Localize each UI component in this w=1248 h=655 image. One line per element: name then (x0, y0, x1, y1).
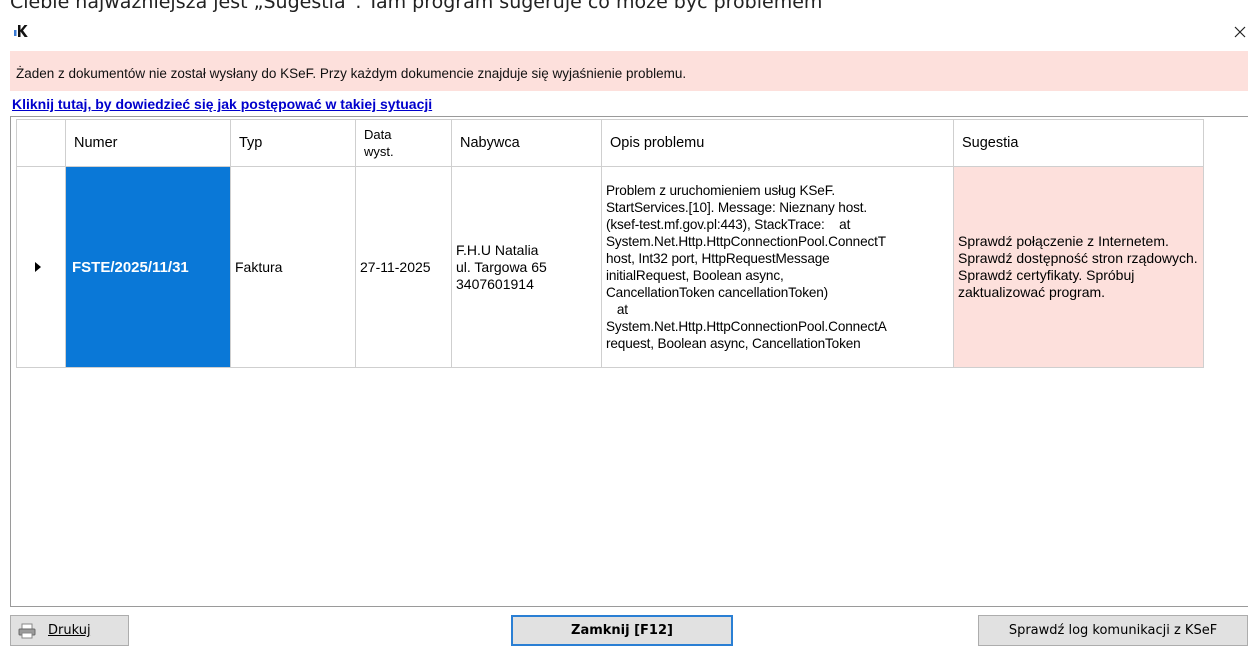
table-row[interactable]: FSTE/2025/11/31 Faktura 27-11-2025 F.H.U… (16, 166, 1204, 368)
app-logo-icon (14, 25, 28, 37)
title-bar (0, 13, 1248, 51)
header-numer[interactable]: Numer (65, 119, 231, 167)
documents-grid: Numer Typ Data wyst. Nabywca Opis proble… (10, 116, 1248, 607)
header-data[interactable]: Data wyst. (355, 119, 452, 167)
cell-nabywca[interactable]: F.H.U Natalia ul. Targowa 65 3407601914 (451, 166, 602, 368)
close-button[interactable]: Zamknij [F12] (511, 615, 733, 646)
check-log-button[interactable]: Sprawdź log komunikacji z KSeF (978, 615, 1248, 646)
header-selector (16, 119, 66, 167)
print-label: Drukuj (48, 623, 91, 638)
header-typ[interactable]: Typ (230, 119, 356, 167)
current-row-arrow-icon (35, 262, 41, 272)
cell-data[interactable]: 27-11-2025 (355, 166, 452, 368)
row-selector[interactable] (16, 166, 66, 368)
error-banner: Żaden z dokumentów nie został wysłany do… (10, 51, 1248, 91)
print-button[interactable]: Drukuj (10, 615, 129, 646)
header-sugestia[interactable]: Sugestia (953, 119, 1204, 167)
help-link[interactable]: Kliknij tutaj, by dowiedzieć się jak pos… (12, 96, 432, 112)
close-icon (1234, 26, 1246, 38)
ksef-error-dialog: Żaden z dokumentów nie został wysłany do… (0, 13, 1248, 655)
cell-opis[interactable]: Problem z uruchomieniem usług KSeF. Star… (601, 166, 954, 368)
document-caption: Ciebie najważniejsza jest „Sugestia”. Ta… (10, 0, 823, 13)
cell-numer[interactable]: FSTE/2025/11/31 (65, 166, 231, 368)
header-opis[interactable]: Opis problemu (601, 119, 954, 167)
header-nabywca[interactable]: Nabywca (451, 119, 602, 167)
footer-bar: Drukuj Zamknij [F12] Sprawdź log komunik… (0, 607, 1248, 655)
cell-typ[interactable]: Faktura (230, 166, 356, 368)
cell-sugestia[interactable]: Sprawdź połączenie z Internetem. Sprawdź… (953, 166, 1204, 368)
printer-icon (18, 623, 36, 638)
close-window-button[interactable] (1232, 13, 1248, 49)
